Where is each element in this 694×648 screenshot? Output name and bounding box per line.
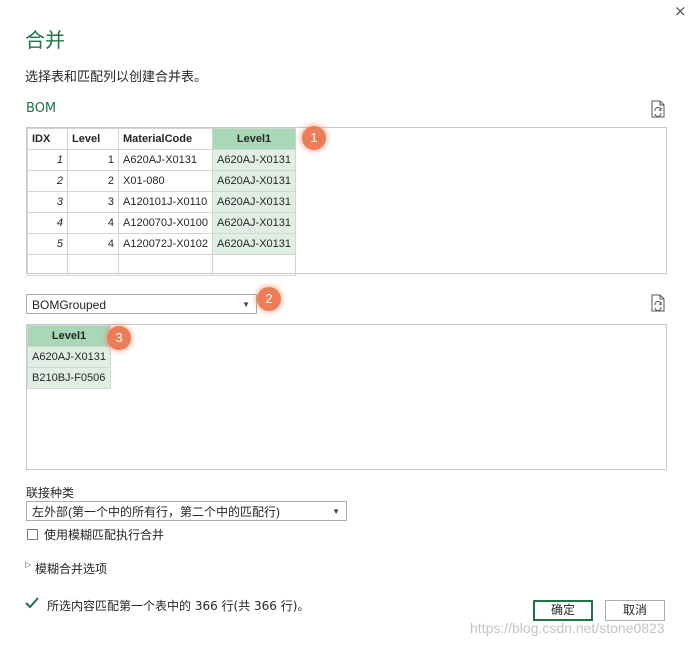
cell-idx: 2 [27, 170, 68, 192]
table-row: 1 1 A620AJ-X0131 A620AJ-X0131 [27, 149, 297, 171]
join-kind-label: 联接种类 [26, 486, 75, 500]
cell-idx: 1 [27, 149, 68, 171]
callout-badge-3: 3 [107, 326, 131, 350]
refresh-preview-icon[interactable] [650, 294, 666, 312]
fuzzy-match-label[interactable]: 使用模糊匹配执行合并 [44, 526, 164, 543]
column-header-level1-selected[interactable]: Level1 [212, 128, 297, 150]
checkmark-icon [25, 597, 39, 609]
cell-idx: 5 [27, 233, 68, 255]
join-kind-select[interactable]: 左外部(第一个中的所有行，第二个中的匹配行) ▼ [26, 501, 347, 521]
second-table-select[interactable]: BOMGrouped ▼ [26, 294, 257, 314]
cell-level: 4 [67, 212, 119, 234]
table-row: B210BJ-F0506 [27, 367, 111, 389]
expand-triangle-icon[interactable]: ▷ [25, 560, 31, 569]
cell-level: 4 [67, 233, 119, 255]
cell-level1: A620AJ-X0131 [212, 170, 297, 192]
match-status-text: 所选内容匹配第一个表中的 366 行(共 366 行)。 [47, 599, 310, 613]
cell-level: 3 [67, 191, 119, 213]
column-header-level[interactable]: Level [67, 128, 119, 150]
dialog-title: 合并 [25, 28, 65, 52]
cell-level: 2 [67, 170, 119, 192]
join-kind-value: 左外部(第一个中的所有行，第二个中的匹配行) [32, 505, 280, 519]
dialog-subtitle: 选择表和匹配列以创建合并表。 [25, 70, 208, 85]
table2-grid: Level1 A620AJ-X0131 B210BJ-F0506 [27, 325, 111, 389]
cell-level1: A620AJ-X0131 [212, 149, 297, 171]
cancel-button[interactable]: 取消 [605, 600, 665, 621]
callout-badge-1: 1 [302, 126, 326, 150]
table-row: 4 4 A120070J-X0100 A620AJ-X0131 [27, 212, 297, 234]
ok-button[interactable]: 确定 [533, 600, 593, 621]
chevron-down-icon: ▼ [332, 507, 340, 516]
cell-level1: A620AJ-X0131 [212, 212, 297, 234]
cell-materialcode: X01-080 [117, 170, 214, 192]
column-header-idx[interactable]: IDX [27, 128, 68, 150]
fuzzy-match-checkbox[interactable] [27, 529, 38, 540]
table-row: 2 2 X01-080 A620AJ-X0131 [27, 170, 297, 192]
cell-materialcode: A120072J-X0102 [117, 233, 214, 255]
second-table-select-value: BOMGrouped [32, 298, 107, 312]
table2-header-row: Level1 [27, 325, 111, 347]
chevron-down-icon: ▼ [242, 300, 250, 309]
cell-level1: A620AJ-X0131 [212, 191, 297, 213]
cell-materialcode: A120070J-X0100 [117, 212, 214, 234]
cell-level1: A620AJ-X0131 [212, 233, 297, 255]
cell-level: 1 [67, 149, 119, 171]
cell-materialcode: A620AJ-X0131 [117, 149, 214, 171]
column-header-level1-selected[interactable]: Level1 [27, 325, 111, 347]
fuzzy-options-toggle[interactable]: 模糊合并选项 [35, 560, 107, 577]
table-row: A620AJ-X0131 [27, 346, 111, 368]
table-row: 5 4 A120072J-X0102 A620AJ-X0131 [27, 233, 297, 255]
close-icon[interactable]: × [674, 2, 687, 20]
cell-level1: B210BJ-F0506 [27, 367, 111, 389]
cell-level1: A620AJ-X0131 [27, 346, 111, 368]
table1-preview-panel: IDX Level MaterialCode Level1 1 1 A620AJ… [26, 127, 667, 276]
cell-idx: 3 [27, 191, 68, 213]
table-row-empty [27, 254, 297, 276]
cell-materialcode: A120101J-X0110 [117, 191, 214, 213]
table1-grid: IDX Level MaterialCode Level1 1 1 A620AJ… [27, 128, 297, 276]
table-row: 3 3 A120101J-X0110 A620AJ-X0131 [27, 191, 297, 213]
table1-header-row: IDX Level MaterialCode Level1 [27, 128, 297, 150]
cell-idx: 4 [27, 212, 68, 234]
refresh-preview-icon[interactable] [650, 100, 666, 118]
callout-badge-2: 2 [257, 287, 281, 311]
column-header-materialcode[interactable]: MaterialCode [117, 128, 214, 150]
watermark-text: https://blog.csdn.net/stone0823 [470, 620, 665, 636]
table1-name: BOM [26, 101, 57, 116]
